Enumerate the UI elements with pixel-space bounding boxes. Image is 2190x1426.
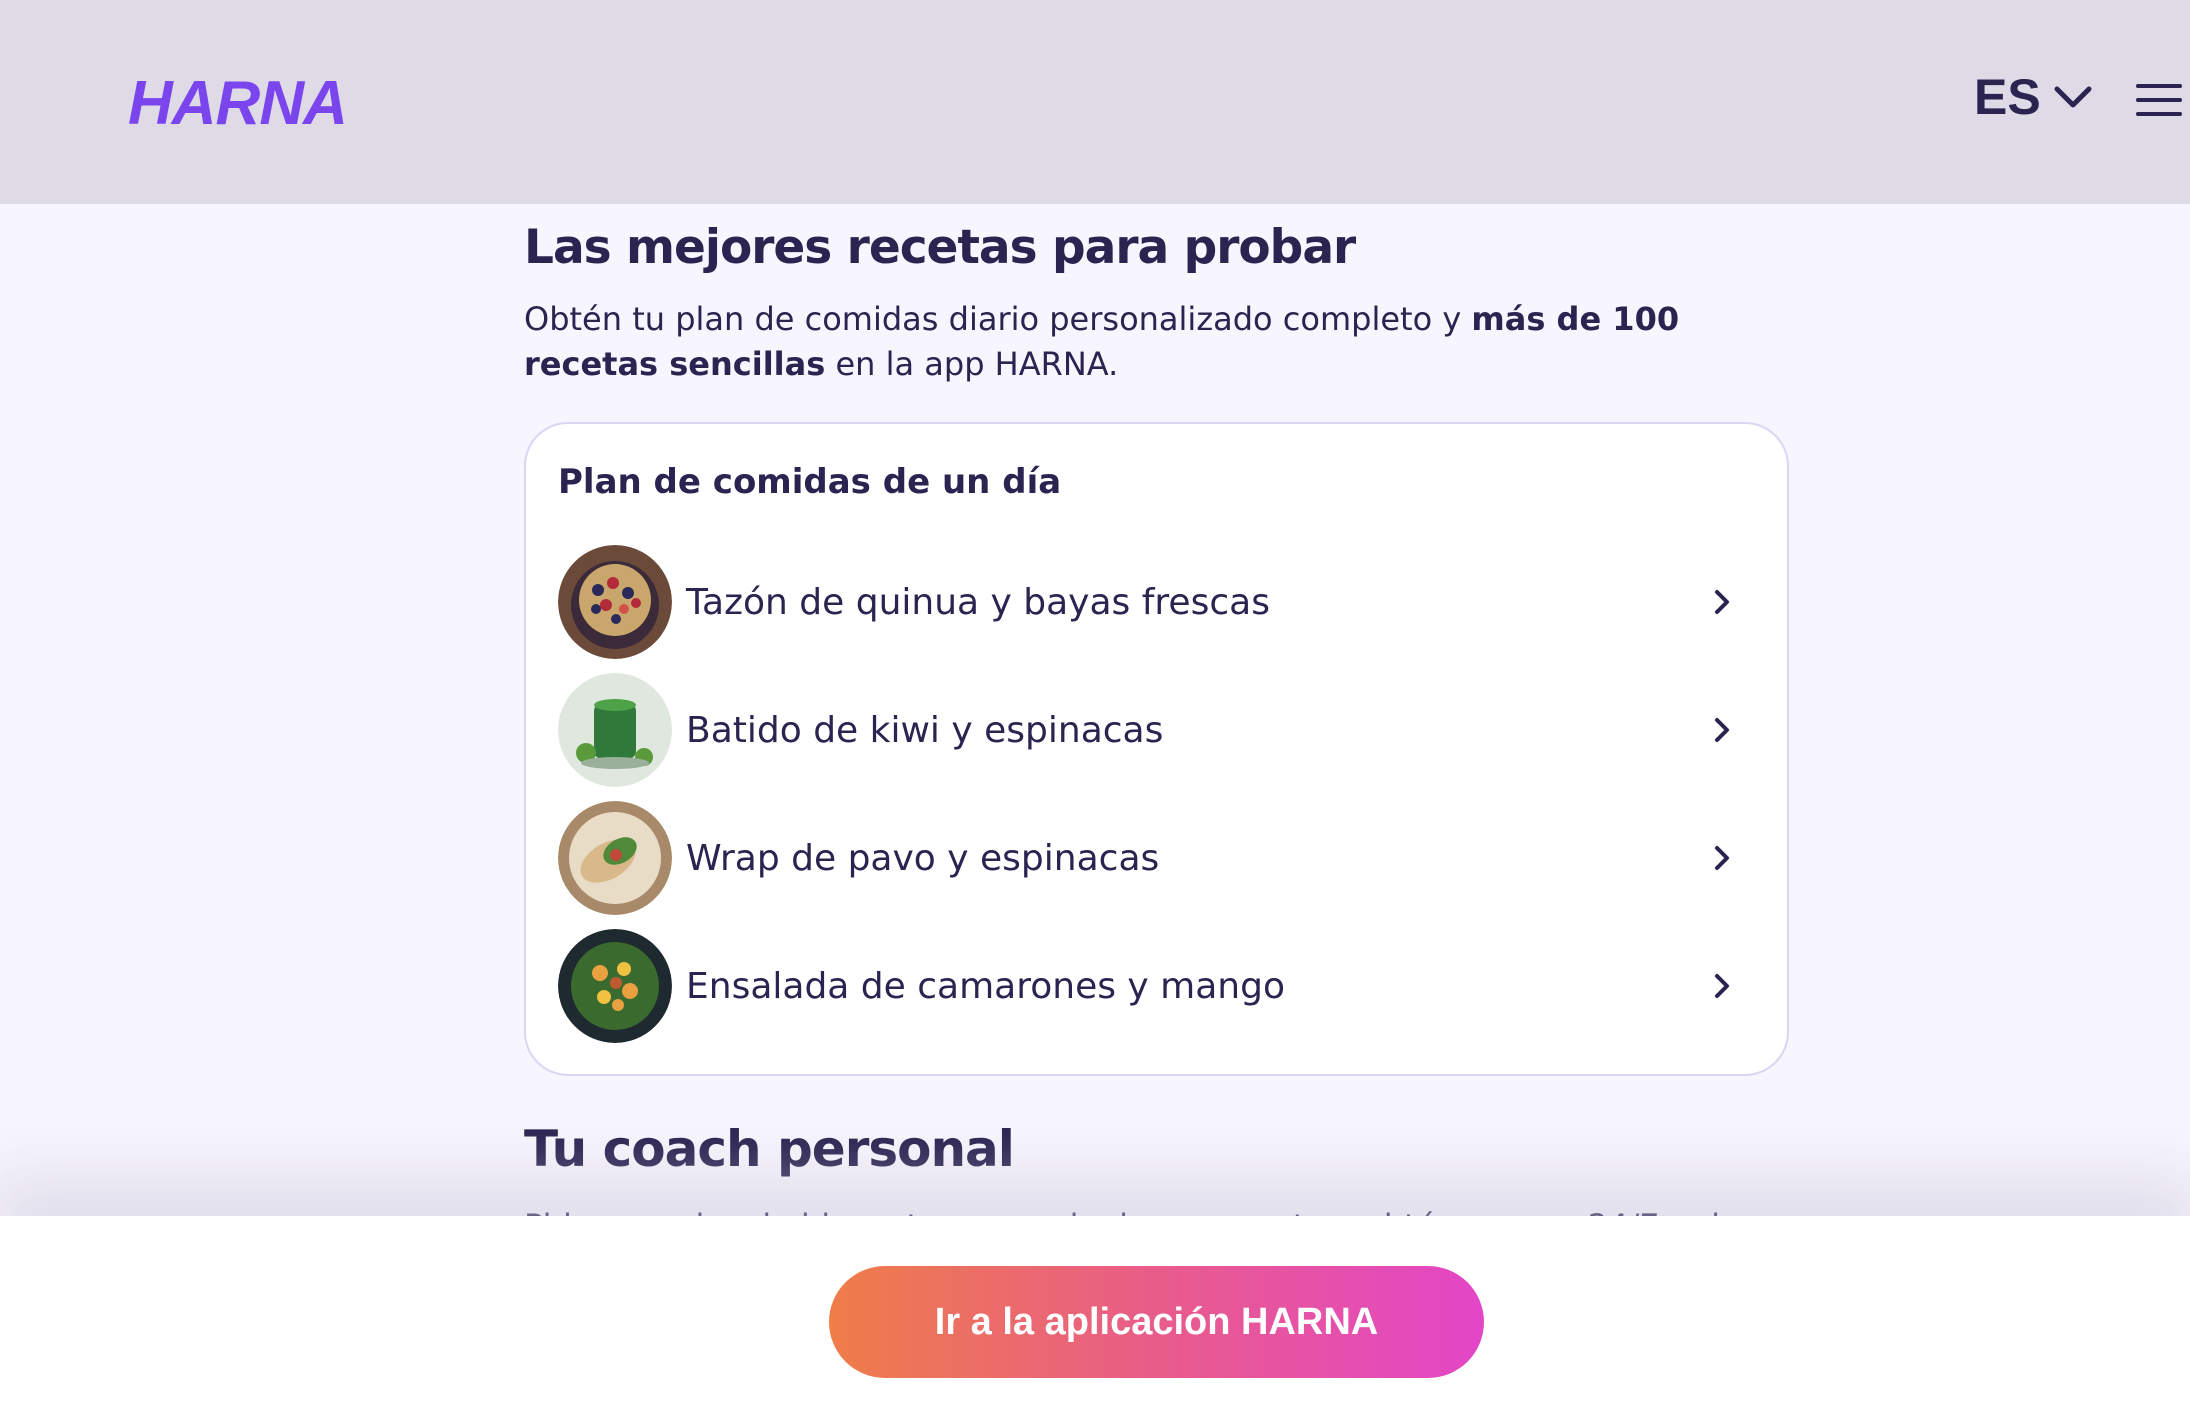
language-selector[interactable]: ES [1974, 68, 2093, 126]
meal-item[interactable]: Batido de kiwi y espinacas [558, 672, 1768, 788]
chevron-right-icon [1715, 974, 1729, 998]
chevron-right-icon [1715, 718, 1729, 742]
language-label: ES [1974, 69, 2041, 125]
chevron-down-icon [2054, 86, 2092, 108]
intro-text-part2: en la app HARNA. [825, 345, 1119, 383]
shrimp-salad-icon [558, 929, 672, 1043]
coach-section-title: Tu coach personal [524, 1120, 1015, 1178]
green-smoothie-icon [558, 673, 672, 787]
meal-label: Tazón de quinua y bayas frescas [686, 581, 1270, 623]
chevron-right-icon [1715, 590, 1729, 614]
quinoa-bowl-icon [558, 545, 672, 659]
chevron-right-icon [1715, 846, 1729, 870]
meal-label: Ensalada de camarones y mango [686, 965, 1285, 1007]
meal-label: Batido de kiwi y espinacas [686, 709, 1164, 751]
recipes-intro: Obtén tu plan de comidas diario personal… [524, 297, 1789, 387]
meal-item[interactable]: Wrap de pavo y espinacas [558, 800, 1768, 916]
meal-plan-card: Plan de comidas de un día Tazón de quinu… [524, 422, 1789, 1076]
main-content: Las mejores recetas para probar Obtén tu… [524, 220, 1789, 1234]
top-header: HARNA ES [0, 0, 2190, 204]
meal-item[interactable]: Ensalada de camarones y mango [558, 928, 1768, 1044]
meal-plan-card-title: Plan de comidas de un día [558, 462, 1062, 502]
meal-item[interactable]: Tazón de quinua y bayas frescas [558, 544, 1768, 660]
intro-text-part1: Obtén tu plan de comidas diario personal… [524, 300, 1472, 338]
meal-label: Wrap de pavo y espinacas [686, 837, 1160, 879]
hamburger-menu-icon[interactable] [2136, 82, 2182, 118]
go-to-app-button[interactable]: Ir a la aplicación HARNA [829, 1266, 1484, 1378]
harna-logo[interactable]: HARNA [128, 68, 348, 139]
turkey-wrap-icon [558, 801, 672, 915]
recipes-section-title: Las mejores recetas para probar [524, 220, 1356, 275]
